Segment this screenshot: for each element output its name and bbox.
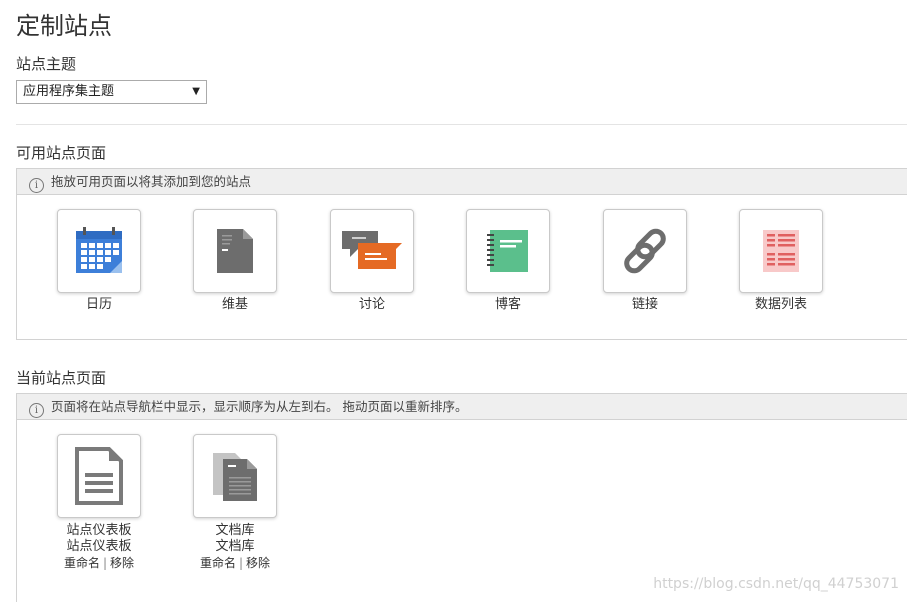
tile-label: 链接 bbox=[631, 297, 658, 312]
tile-label: 讨论 bbox=[358, 297, 385, 312]
available-pages-hint: 拖放可用页面以将其添加到您的站点 bbox=[51, 174, 252, 189]
calendar-icon bbox=[76, 227, 122, 273]
wiki-page-icon bbox=[217, 229, 253, 273]
document-library-icon bbox=[213, 453, 257, 501]
discussion-icon bbox=[342, 231, 402, 269]
available-pages-hint-bar: i 拖放可用页面以将其添加到您的站点 bbox=[17, 169, 907, 195]
info-icon: i bbox=[29, 403, 44, 418]
data-list-icon bbox=[763, 230, 799, 272]
tile-box[interactable] bbox=[193, 209, 277, 293]
tile-sublabel: 文档库 bbox=[215, 539, 255, 554]
page-title: 定制站点 bbox=[16, 12, 112, 40]
tile-box[interactable] bbox=[739, 209, 823, 293]
available-tile-wiki[interactable]: 维基 bbox=[193, 209, 277, 313]
actions-separator: | bbox=[102, 556, 108, 570]
actions-separator: | bbox=[238, 556, 244, 570]
tile-actions: 重命名 | 移除 bbox=[34, 555, 164, 571]
available-tile-blog[interactable]: 博客 bbox=[466, 209, 550, 313]
available-tile-discussion[interactable]: 讨论 bbox=[330, 209, 414, 313]
current-tile-document-library[interactable]: 文档库 文档库 重命名 | 移除 bbox=[193, 434, 277, 571]
tile-label: 维基 bbox=[221, 297, 248, 312]
rename-link[interactable]: 重命名 bbox=[200, 556, 236, 570]
dropdown-arrow-icon: ▼ bbox=[192, 86, 200, 97]
tile-box[interactable] bbox=[466, 209, 550, 293]
tile-label: 博客 bbox=[494, 297, 521, 312]
current-pages-label: 当前站点页面 bbox=[16, 369, 107, 387]
tile-box[interactable] bbox=[57, 209, 141, 293]
remove-link[interactable]: 移除 bbox=[110, 556, 134, 570]
info-icon: i bbox=[29, 178, 44, 193]
theme-select[interactable]: 应用程序集主题 ▼ bbox=[16, 80, 207, 104]
tile-box[interactable] bbox=[57, 434, 141, 518]
tile-actions: 重命名 | 移除 bbox=[170, 555, 300, 571]
tile-box[interactable] bbox=[603, 209, 687, 293]
available-pages-label: 可用站点页面 bbox=[16, 144, 107, 162]
section-divider bbox=[16, 124, 907, 125]
tile-label: 站点仪表板 bbox=[66, 523, 132, 538]
available-pages-panel: i 拖放可用页面以将其添加到您的站点 日历 维基 讨论 博客 链接 数据列表 bbox=[16, 168, 907, 340]
blog-icon bbox=[487, 230, 528, 272]
tile-box[interactable] bbox=[330, 209, 414, 293]
current-tile-site-dashboard[interactable]: 站点仪表板 站点仪表板 重命名 | 移除 bbox=[57, 434, 141, 571]
current-pages-hint-bar: i 页面将在站点导航栏中显示，显示顺序为从左到右。 拖动页面以重新排序。 bbox=[17, 394, 907, 420]
theme-select-value: 应用程序集主题 bbox=[23, 84, 115, 99]
available-tile-link[interactable]: 链接 bbox=[603, 209, 687, 313]
theme-label: 站点主题 bbox=[16, 55, 77, 73]
available-tile-calendar[interactable]: 日历 bbox=[57, 209, 141, 313]
tile-label: 数据列表 bbox=[754, 297, 807, 312]
rename-link[interactable]: 重命名 bbox=[64, 556, 100, 570]
tile-label: 文档库 bbox=[215, 523, 255, 538]
available-tile-data-list[interactable]: 数据列表 bbox=[739, 209, 823, 313]
tile-sublabel: 站点仪表板 bbox=[66, 539, 132, 554]
current-pages-hint: 页面将在站点导航栏中显示，显示顺序为从左到右。 拖动页面以重新排序。 bbox=[51, 399, 468, 414]
remove-link[interactable]: 移除 bbox=[246, 556, 270, 570]
tile-label: 日历 bbox=[85, 297, 112, 312]
tile-box[interactable] bbox=[193, 434, 277, 518]
link-icon bbox=[624, 228, 666, 274]
dashboard-document-icon bbox=[75, 447, 123, 505]
watermark: https://blog.csdn.net/qq_44753071 bbox=[653, 576, 899, 592]
current-pages-panel: i 页面将在站点导航栏中显示，显示顺序为从左到右。 拖动页面以重新排序。 站点仪表… bbox=[16, 393, 907, 602]
